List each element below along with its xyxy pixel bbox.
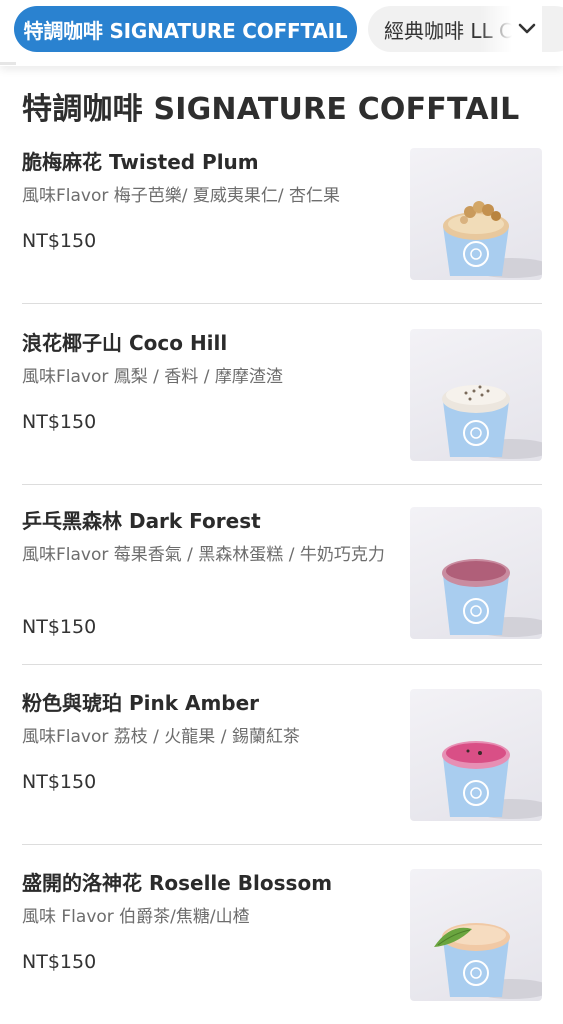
item-price: NT$150 xyxy=(22,951,97,973)
item-divider xyxy=(22,303,542,304)
section-title: 特調咖啡 SIGNATURE COFFTAIL xyxy=(22,92,520,127)
item-flavor: 風味Flavor 鳳梨 / 香料 / 摩摩渣渣 xyxy=(22,367,283,387)
cup-with-pretzel-topping-icon[interactable] xyxy=(410,148,542,280)
item-price: NT$150 xyxy=(22,411,97,433)
tab-signature-label: 特調咖啡 SIGNATURE COFFTAIL xyxy=(23,18,348,43)
item-divider xyxy=(22,484,542,485)
chevron-down-icon[interactable] xyxy=(512,6,542,52)
item-price: NT$150 xyxy=(22,230,97,252)
menu-item[interactable]: 浪花椰子山 Coco Hill 風味Flavor 鳳梨 / 香料 / 摩摩渣渣 … xyxy=(22,329,542,485)
menu-item[interactable]: 乒乓黑森林 Dark Forest 風味Flavor 莓果香氣 / 黑森林蛋糕 … xyxy=(22,507,542,665)
cup-with-leaf-garnish-icon[interactable] xyxy=(410,869,542,1001)
item-price: NT$150 xyxy=(22,771,97,793)
menu-item[interactable]: 脆梅麻花 Twisted Plum 風味Flavor 梅子芭樂/ 夏威夷果仁/ … xyxy=(22,148,542,304)
cup-with-berry-topping-icon[interactable] xyxy=(410,507,542,639)
tab-scroll-indicator xyxy=(0,62,16,65)
item-flavor: 風味Flavor 梅子芭樂/ 夏威夷果仁/ 杏仁果 xyxy=(22,186,341,206)
item-price: NT$150 xyxy=(22,616,97,638)
item-flavor: 風味Flavor 莓果香氣 / 黑森林蛋糕 / 牛奶巧克力 xyxy=(22,545,385,565)
tab-signature-cofftail[interactable]: 特調咖啡 SIGNATURE COFFTAIL xyxy=(14,6,357,52)
cup-with-foam-spice-topping-icon[interactable] xyxy=(410,329,542,461)
menu-item[interactable]: 盛開的洛神花 Roselle Blossom 風味 Flavor 伯爵茶/焦糖/… xyxy=(22,869,542,1024)
cup-with-pink-topping-icon[interactable] xyxy=(410,689,542,821)
item-flavor: 風味 Flavor 伯爵茶/焦糖/山楂 xyxy=(22,907,250,927)
category-tab-bar: 特調咖啡 SIGNATURE COFFTAIL 經典咖啡 LL C xyxy=(0,0,563,66)
menu-item[interactable]: 粉色與琥珀 Pink Amber 風味Flavor 荔枝 / 火龍果 / 錫蘭紅… xyxy=(22,689,542,845)
item-divider xyxy=(22,664,542,665)
item-divider xyxy=(22,844,542,845)
item-flavor: 風味Flavor 荔枝 / 火龍果 / 錫蘭紅茶 xyxy=(22,727,300,747)
